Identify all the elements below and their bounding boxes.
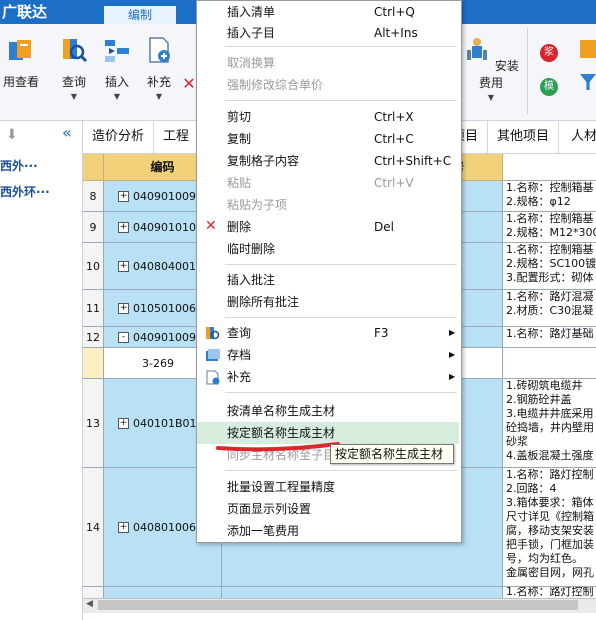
collapse-icon[interactable]: - — [118, 331, 129, 343]
menu-item-copy-cell[interactable]: 复制格子内容 Ctrl+Shift+C — [197, 150, 459, 172]
menu-separator — [225, 46, 457, 47]
slurry-icon[interactable]: 浆 — [540, 44, 558, 62]
install-fee-icon — [467, 38, 488, 60]
red-underline-annotation — [216, 442, 340, 452]
query-icon — [63, 39, 88, 63]
archive-icon — [206, 349, 220, 361]
menu-item-add-fee[interactable]: 添加一笔费用 — [197, 520, 459, 542]
query-button[interactable]: 查询 ▼ — [56, 36, 92, 101]
menu-separator — [225, 100, 457, 101]
menu-item-paste[interactable]: 粘贴 Ctrl+V — [197, 172, 459, 194]
tab-cost-analysis[interactable]: 造价分析 — [83, 121, 154, 153]
menu-item-temp-delete[interactable]: 临时删除 — [197, 238, 459, 260]
fee-view-button[interactable]: 用查看 — [0, 36, 42, 90]
menu-item-supplement[interactable]: 补充 ▶ — [197, 366, 459, 388]
toolbar-divider — [527, 28, 528, 114]
feature-header — [503, 154, 596, 181]
menu-item-cancel-conversion[interactable]: 取消换算 — [197, 52, 459, 74]
menu-item-copy[interactable]: 复制 Ctrl+C — [197, 128, 459, 150]
formwork-icon[interactable]: 模 — [540, 78, 558, 96]
chevron-down-icon: ▼ — [70, 92, 78, 101]
expand-icon[interactable]: + — [118, 260, 129, 272]
submenu-arrow-icon: ▶ — [449, 328, 456, 337]
menu-item-force-unit-price[interactable]: 强制修改综合单价 — [197, 74, 459, 96]
menu-separator — [225, 392, 457, 393]
tree-item[interactable]: 西外环··· — [0, 183, 50, 200]
tab-other-items[interactable]: 其他项目 — [488, 121, 559, 153]
submenu-arrow-icon: ▶ — [449, 350, 456, 359]
supplement-button[interactable]: 补充 ▼ — [142, 36, 176, 101]
expand-icon[interactable]: + — [118, 521, 129, 533]
menu-separator — [225, 470, 457, 471]
insert-icon — [105, 40, 129, 62]
menu-item-gen-material-by-bill[interactable]: 按清单名称生成主材 — [197, 400, 459, 422]
chevron-down-icon: ▼ — [487, 93, 495, 102]
chevron-down-icon: ▼ — [113, 92, 121, 101]
delete-x-icon[interactable]: ✕ — [182, 74, 196, 93]
menu-item-archive[interactable]: 存档 ▶ — [197, 344, 459, 366]
delete-x-icon: ✕ — [205, 218, 217, 234]
expand-icon[interactable]: + — [118, 417, 129, 429]
collapse-panel-icon[interactable]: « — [62, 123, 72, 142]
chevron-down-icon: ▼ — [155, 92, 163, 101]
expand-icon[interactable]: + — [118, 190, 129, 202]
menu-item-insert-bill[interactable]: 插入清单 Ctrl+Q — [197, 1, 459, 23]
tree-item[interactable]: 西外··· — [0, 157, 38, 174]
menu-item-insert-subitem[interactable]: 插入子目 Alt+Ins — [197, 22, 459, 44]
menu-item-insert-comment[interactable]: 插入批注 — [197, 269, 459, 291]
filter-icon[interactable] — [580, 74, 596, 90]
expand-icon[interactable]: + — [118, 221, 129, 233]
arrow-down-icon[interactable]: ⬇ — [6, 127, 18, 143]
doc-icon[interactable] — [580, 40, 596, 58]
expand-icon[interactable]: + — [118, 302, 129, 314]
menu-item-column-settings[interactable]: 页面显示列设置 — [197, 498, 459, 520]
tab-project[interactable]: 工程 — [154, 121, 199, 153]
submenu-arrow-icon: ▶ — [449, 372, 456, 381]
project-tree-panel: ⬇ « 西外··· 西外环··· — [0, 121, 83, 620]
ribbon-tab-edit[interactable]: 编制 — [104, 6, 176, 26]
brand-logo: 广联达 — [2, 3, 48, 21]
row-number-header — [83, 154, 104, 181]
menu-item-delete[interactable]: ✕ 删除 Del — [197, 216, 459, 238]
table-row[interactable]: 1.名称：路灯控制 — [83, 587, 596, 598]
insert-button[interactable]: 插入 ▼ — [100, 36, 134, 101]
menu-item-batch-precision[interactable]: 批量设置工程量精度 — [197, 476, 459, 498]
supplement-icon — [149, 37, 170, 63]
scroll-left-icon[interactable]: ◀ — [86, 599, 93, 609]
menu-separator — [225, 317, 457, 318]
install-fee-button[interactable]: 安装费用 ▼ — [462, 36, 520, 102]
fee-view-icon — [9, 40, 31, 60]
tooltip: 按定额名称生成主材 — [330, 444, 454, 464]
tab-labor-material[interactable]: 人材 — [559, 121, 596, 153]
tab-items[interactable]: 项目 — [452, 121, 488, 153]
menu-item-delete-all-comments[interactable]: 删除所有批注 — [197, 291, 459, 313]
menu-item-cut[interactable]: 剪切 Ctrl+X — [197, 106, 459, 128]
menu-item-paste-as-child[interactable]: 粘贴为子项 — [197, 194, 459, 216]
menu-separator — [225, 264, 457, 265]
scrollbar-thumb[interactable] — [98, 600, 578, 610]
menu-item-query[interactable]: 查询 F3 ▶ — [197, 322, 459, 344]
query-icon — [206, 327, 220, 340]
supplement-icon — [206, 370, 220, 385]
